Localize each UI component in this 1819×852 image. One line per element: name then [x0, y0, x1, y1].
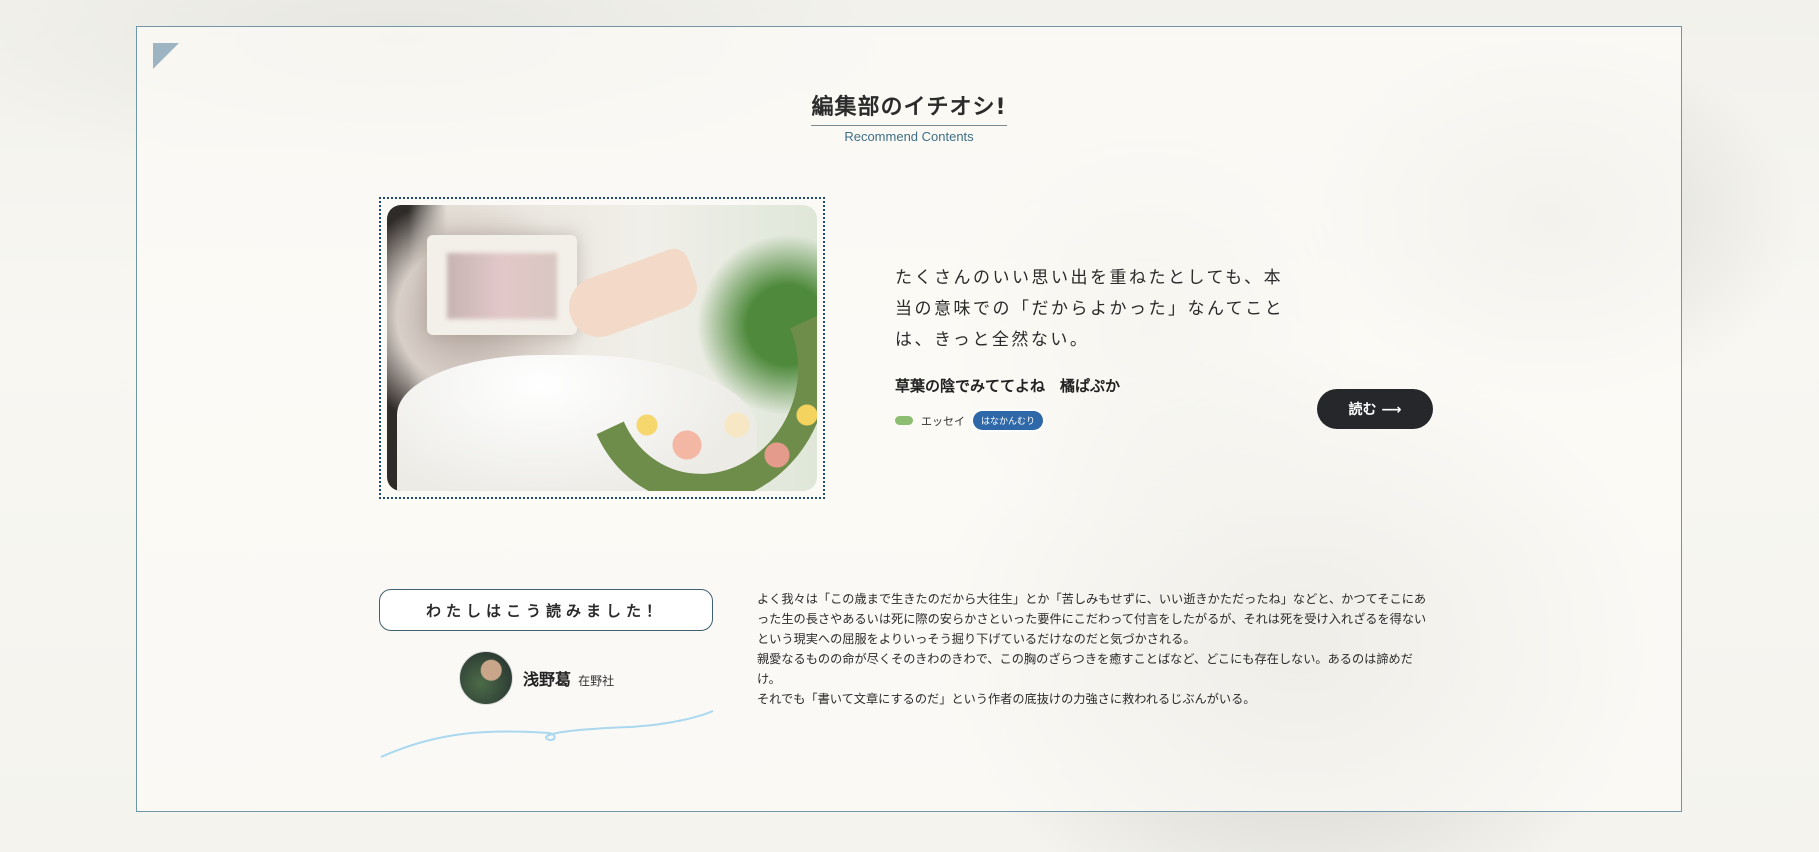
read-button[interactable]: 読む ⟶ [1317, 389, 1433, 429]
review-text: よく我々は「この歳まで生きたのだから大往生」とか「苦しみもせずに、いい逝きかただ… [757, 589, 1427, 709]
section-header: 編集部のイチオシ! Recommend Contents [137, 89, 1681, 144]
category-label[interactable]: エッセイ [921, 413, 965, 429]
tag-pill[interactable]: はなかんむり [973, 411, 1044, 430]
recommend-section: 編集部のイチオシ! Recommend Contents たくさんのいい思い出を… [136, 26, 1682, 812]
avatar [459, 651, 513, 705]
review-paragraph: よく我々は「この歳まで生きたのだから大往生」とか「苦しみもせずに、いい逝きかただ… [757, 592, 1427, 646]
reader-profile: 浅野葛 在野社 [459, 651, 614, 705]
flowers-shape [627, 385, 817, 485]
featured-image-link[interactable] [379, 197, 825, 499]
featured-quote: たくさんのいい思い出を重ねたとしても、本当の意味での「だからよかった」なんてこと… [895, 268, 1285, 350]
featured-photo [387, 205, 817, 491]
review-paragraph: それでも「書いて文章にするのだ」という作者の底抜けの力強さに救われるじぶんがいる… [757, 692, 1256, 706]
reader-org: 在野社 [578, 674, 615, 688]
review-paragraph: 親愛なるものの命が尽くそのきわのきわで、この胸のざらつきを癒すことばなど、どこに… [757, 652, 1413, 686]
photo-frame-shape [427, 235, 577, 335]
article-title[interactable]: 草葉の陰でみててよね 橘ぱぷか [895, 375, 1120, 396]
section-title: 編集部のイチオシ! [811, 89, 1007, 126]
article-tags: エッセイ はなかんむり [895, 411, 1044, 430]
reader-name: 浅野葛 [523, 670, 572, 689]
category-dot-icon [895, 416, 913, 425]
section-subtitle: Recommend Contents [844, 129, 974, 144]
reader-heading: わたしはこう読みました！ [379, 589, 713, 631]
corner-triangle-icon [153, 43, 179, 69]
decorative-swoosh [380, 710, 714, 758]
